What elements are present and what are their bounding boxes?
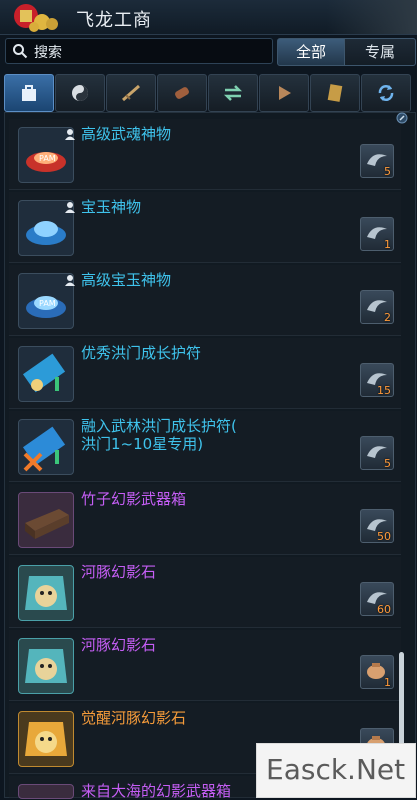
- item-name: 竹子幻影武器箱: [81, 490, 187, 508]
- document-icon: [327, 84, 343, 102]
- tab-bag[interactable]: [4, 74, 54, 112]
- tab-refresh[interactable]: [361, 74, 411, 112]
- item-list[interactable]: PAM 高级武魂神物 5 宝玉神物 1 PAM 高级宝玉神物 2 优秀洪门成长护…: [4, 112, 416, 800]
- bag-icon: [22, 85, 36, 101]
- personal-icon: [65, 202, 75, 213]
- search-icon: [13, 44, 28, 59]
- tab-weapon[interactable]: [106, 74, 156, 112]
- list-item[interactable]: PAM 高级武魂神物 5: [9, 119, 401, 190]
- gold-stone-icon: [18, 711, 74, 767]
- window-title: 飞龙工商: [76, 10, 152, 31]
- puffer-stone-icon: [18, 638, 74, 694]
- search-placeholder: 搜索: [34, 45, 62, 61]
- exchange-icon: [223, 85, 243, 101]
- tab-yin-yang[interactable]: [55, 74, 105, 112]
- svg-text:PAM: PAM: [39, 154, 56, 163]
- item-price: 2: [384, 311, 391, 324]
- item-name: 河豚幻影石: [81, 563, 157, 581]
- buy-button[interactable]: 60: [360, 582, 394, 616]
- buy-button[interactable]: 5: [360, 144, 394, 178]
- title-bar: 飞龙工商: [0, 0, 417, 35]
- filter-exclusive-button[interactable]: 专属: [344, 38, 416, 66]
- item-name: 高级宝玉神物: [81, 271, 172, 289]
- scroll-top-knob-icon[interactable]: [396, 112, 408, 124]
- yin-yang-icon: [72, 85, 88, 101]
- puffer-stone-icon: [18, 565, 74, 621]
- svg-text:PAM: PAM: [39, 299, 56, 308]
- item-price: 60: [377, 603, 391, 616]
- search-row: 搜索 全部 专属: [0, 36, 417, 66]
- buy-button[interactable]: 50: [360, 509, 394, 543]
- list-item[interactable]: 竹子幻影武器箱 50: [9, 484, 401, 555]
- buy-button[interactable]: 5: [360, 436, 394, 470]
- play-icon: [279, 86, 291, 100]
- list-item[interactable]: PAM 高级宝玉神物 2: [9, 265, 401, 336]
- item-name: 河豚幻影石: [81, 636, 157, 654]
- search-input[interactable]: 搜索: [5, 38, 273, 64]
- item-name: 来自大海的幻影武器箱: [81, 782, 232, 800]
- item-price: 50: [377, 530, 391, 543]
- item-price: 1: [384, 238, 391, 251]
- tab-exchange[interactable]: [208, 74, 258, 112]
- talisman-icon: [18, 419, 74, 475]
- item-price: 1: [384, 676, 391, 689]
- scrollbar[interactable]: [396, 112, 408, 792]
- list-item[interactable]: 融入武林洪门成长护符( 洪门1~10星专用) 5: [9, 411, 401, 482]
- tab-scroll[interactable]: [157, 74, 207, 112]
- tab-play[interactable]: [259, 74, 309, 112]
- buy-button[interactable]: 1: [360, 655, 394, 689]
- background-window: [327, 0, 417, 34]
- buy-button[interactable]: 15: [360, 363, 394, 397]
- weapon-box-icon: [18, 492, 74, 548]
- merchant-logo-icon: [14, 4, 58, 32]
- item-price: 5: [384, 165, 391, 178]
- item-name: 优秀洪门成长护符: [81, 344, 202, 362]
- personal-icon: [65, 129, 75, 140]
- list-item[interactable]: 优秀洪门成长护符 15: [9, 338, 401, 409]
- item-name: 融入武林洪门成长护符( 洪门1~10星专用): [81, 417, 237, 453]
- personal-icon: [65, 275, 75, 286]
- watermark: Easck.Net: [256, 743, 416, 798]
- tab-document[interactable]: [310, 74, 360, 112]
- scroll-icon: [175, 87, 189, 99]
- list-item[interactable]: 河豚幻影石 1: [9, 630, 401, 701]
- item-name: 宝玉神物: [81, 198, 142, 216]
- item-name: 高级武魂神物: [81, 125, 172, 143]
- list-item[interactable]: 宝玉神物 1: [9, 192, 401, 263]
- refresh-icon: [378, 85, 394, 101]
- filter-all-button[interactable]: 全部: [277, 38, 345, 66]
- talisman-icon: [18, 346, 74, 402]
- list-item[interactable]: 河豚幻影石 60: [9, 557, 401, 628]
- item-name: 觉醒河豚幻影石: [81, 709, 187, 727]
- item-price: 5: [384, 457, 391, 470]
- item-price: 15: [377, 384, 391, 397]
- watermark-text: Easck.Net: [266, 753, 406, 786]
- weapon-icon: [122, 84, 140, 102]
- weapon-box-icon: [18, 784, 74, 799]
- buy-button[interactable]: 2: [360, 290, 394, 324]
- category-tabs: [4, 74, 414, 112]
- buy-button[interactable]: 1: [360, 217, 394, 251]
